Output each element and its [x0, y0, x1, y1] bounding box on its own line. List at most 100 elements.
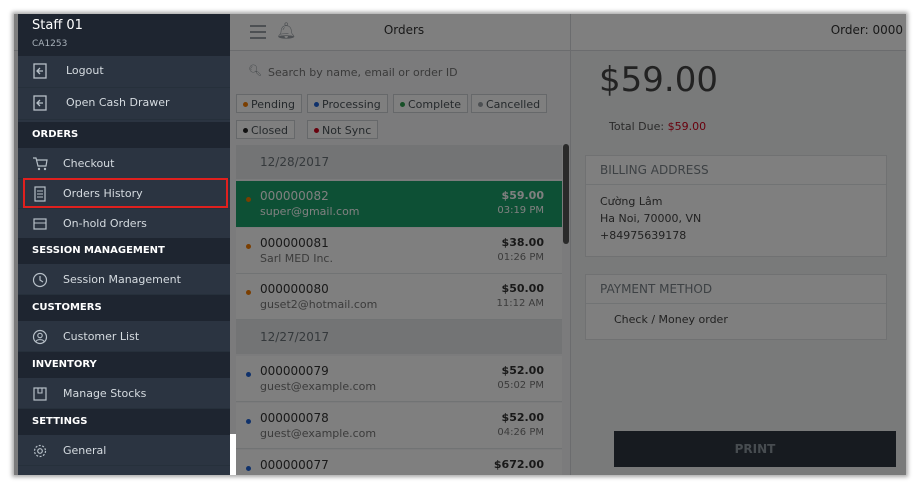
sidebar-item-label: Customer List [63, 330, 140, 343]
section-customers: CUSTOMERS [18, 295, 230, 321]
status-dot [314, 128, 319, 133]
billing-city: Ha Noi, 70000, VN [600, 212, 702, 225]
sidebar-item-onhold-orders[interactable]: On-hold Orders [18, 209, 230, 239]
staff-header: Staff 01 CA1253 [18, 14, 230, 56]
status-dot [246, 372, 251, 377]
sidebar-item-logout[interactable]: Logout [18, 56, 230, 88]
filter-not-sync[interactable]: Not Sync [307, 120, 379, 139]
date-group-header: 12/28/2017 [236, 145, 562, 179]
sidebar-item-checkout[interactable]: Checkout [18, 149, 230, 179]
order-amount: $672.00 [493, 458, 544, 471]
order-total: $59.00 [599, 60, 718, 100]
order-time: 03:19 PM [497, 205, 544, 216]
box-icon [32, 386, 48, 402]
status-dot [246, 197, 251, 202]
order-customer: guest@example.com [260, 380, 377, 393]
order-number: 000000077 [260, 458, 329, 472]
billing-title: BILLING ADDRESS [586, 156, 886, 185]
filter-label: Closed [251, 124, 288, 137]
staff-name: Staff 01 [32, 18, 83, 33]
order-customer: super@gmail.com [260, 205, 360, 218]
filter-label: Not Sync [322, 124, 372, 137]
sidebar-item-label: On-hold Orders [63, 217, 147, 230]
total-due: Total Due: $59.00 [609, 120, 706, 133]
order-amount: $52.00 [501, 411, 544, 424]
orders-title: Orders [383, 23, 425, 37]
detail-header: Order: 0000 [571, 14, 906, 51]
filter-processing[interactable]: Processing [307, 94, 388, 113]
clock-icon [32, 272, 48, 288]
order-time: 11:12 AM [496, 298, 544, 309]
tray-icon [32, 216, 48, 232]
status-dot [246, 419, 251, 424]
highlight-annotation [23, 178, 228, 208]
billing-phone: +84975639178 [600, 229, 687, 242]
status-dot [243, 128, 248, 133]
sidebar-item-label: Open Cash Drawer [66, 96, 170, 109]
user-icon [32, 329, 48, 345]
bell-icon[interactable]: 🔔︎ [276, 21, 296, 40]
sidebar-item-label: Logout [66, 64, 104, 77]
status-dot [246, 466, 251, 471]
sidebar-item-label: Checkout [63, 157, 115, 170]
filter-label: Complete [408, 98, 462, 111]
status-dot [478, 102, 483, 107]
app-frame: 🔔︎ Orders 🔍︎ Pending Processing Complete… [14, 14, 906, 475]
order-amount: $38.00 [501, 236, 544, 249]
sidebar-edge [230, 434, 236, 475]
sidebar-item-manage-stocks[interactable]: Manage Stocks [18, 379, 230, 409]
filter-label: Processing [322, 98, 381, 111]
section-settings: SETTINGS [18, 409, 230, 435]
sidebar-item-more[interactable] [18, 466, 230, 475]
sidebar-item-label: Manage Stocks [63, 387, 147, 400]
cash-drawer-icon [32, 95, 48, 111]
filter-closed[interactable]: Closed [236, 120, 295, 139]
gear-icon [32, 443, 48, 459]
logout-icon [32, 63, 48, 79]
order-row[interactable]: 000000078 guest@example.com $52.00 04:26… [236, 403, 562, 449]
order-row[interactable]: 000000077 $672.00 [236, 450, 562, 475]
order-amount: $50.00 [501, 282, 544, 295]
section-orders: ORDERS [18, 122, 230, 148]
filter-pending[interactable]: Pending [236, 94, 302, 113]
print-button[interactable]: PRINT [614, 431, 896, 467]
order-time: 01:26 PM [497, 252, 544, 263]
order-time: 04:26 PM [497, 427, 544, 438]
search-icon: 🔍︎ [248, 64, 262, 77]
section-inventory: INVENTORY [18, 352, 230, 378]
filter-label: Pending [251, 98, 295, 111]
order-row-selected[interactable]: 000000082 super@gmail.com $59.00 03:19 P… [236, 181, 562, 227]
sidebar-item-session-management[interactable]: Session Management [18, 265, 230, 295]
order-customer: Sarl MED Inc. [260, 252, 333, 265]
sidebar-item-customer-list[interactable]: Customer List [18, 322, 230, 352]
filter-complete[interactable]: Complete [393, 94, 469, 113]
section-session-management: SESSION MANAGEMENT [18, 238, 230, 264]
menu-icon[interactable] [250, 25, 266, 39]
order-row[interactable]: 000000080 guset2@hotmail.com $50.00 11:1… [236, 274, 562, 320]
sidebar-menu: Staff 01 CA1253 Logout Open Cash Drawer … [18, 14, 230, 475]
status-dot [246, 244, 251, 249]
order-number: 000000081 [260, 236, 329, 250]
cart-icon [32, 156, 48, 172]
filter-cancelled[interactable]: Cancelled [471, 94, 548, 113]
order-row[interactable]: 000000081 Sarl MED Inc. $38.00 01:26 PM [236, 228, 562, 274]
order-row[interactable]: 000000079 guest@example.com $52.00 05:02… [236, 356, 562, 402]
sidebar-item-label: Session Management [63, 273, 181, 286]
order-customer: guset2@hotmail.com [260, 298, 378, 311]
list-scrollbar[interactable] [563, 144, 569, 244]
sidebar-item-open-cash-drawer[interactable]: Open Cash Drawer [18, 88, 230, 120]
search-bar: 🔍︎ [236, 58, 562, 84]
staff-code: CA1253 [32, 39, 68, 49]
search-input[interactable] [266, 62, 560, 82]
order-amount: $52.00 [501, 364, 544, 377]
order-time: 05:02 PM [497, 380, 544, 391]
order-detail-panel: Order: 0000 $59.00 Total Due: $59.00 BIL… [570, 14, 906, 475]
order-amount: $59.00 [501, 189, 544, 202]
payment-value: Check / Money order [614, 313, 728, 326]
order-customer: guest@example.com [260, 427, 377, 440]
status-dot [314, 102, 319, 107]
date-group-header: 12/27/2017 [236, 320, 562, 354]
status-dot [243, 102, 248, 107]
order-id-label: Order: 0000 [830, 23, 903, 37]
sidebar-item-general[interactable]: General [18, 436, 230, 466]
